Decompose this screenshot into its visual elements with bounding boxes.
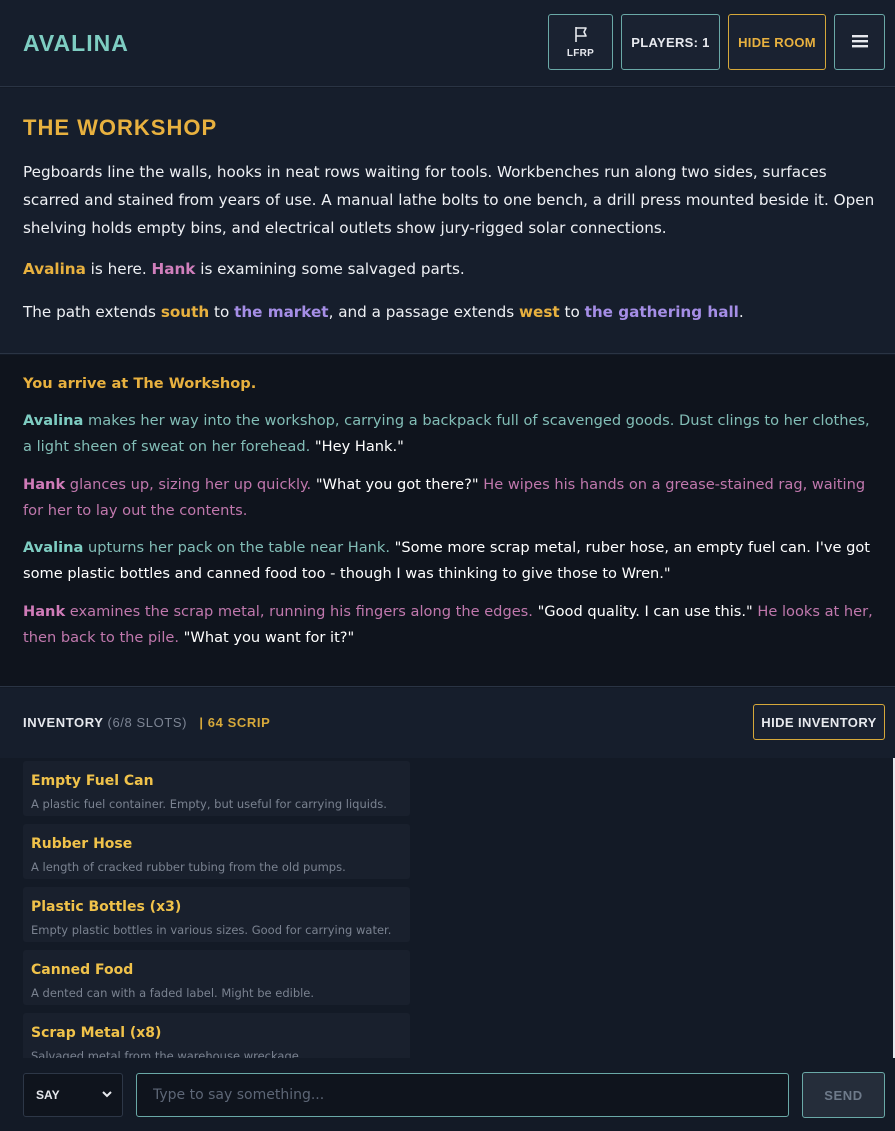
inventory-item[interactable]: Canned Food A dented can with a faded la… bbox=[23, 950, 410, 1005]
speech-text: "Good quality. I can use this." bbox=[537, 603, 753, 620]
exit-text: to bbox=[559, 303, 585, 321]
action-text: examines the scrap metal, running his fi… bbox=[65, 603, 538, 620]
exit-text: The path extends bbox=[23, 303, 161, 321]
log-entry: Hank glances up, sizing her up quickly. … bbox=[23, 472, 883, 523]
item-name: Plastic Bottles (x3) bbox=[31, 899, 182, 915]
item-name: Scrap Metal (x8) bbox=[31, 1025, 162, 1041]
item-name: Canned Food bbox=[31, 962, 134, 978]
room-description: Pegboards line the walls, hooks in neat … bbox=[23, 163, 875, 237]
action-text: makes her way into the workshop, carryin… bbox=[23, 412, 870, 455]
inventory-list[interactable]: Empty Fuel Can A plastic fuel container.… bbox=[0, 758, 895, 1058]
mode-select[interactable]: SAY bbox=[23, 1073, 123, 1117]
speaker-name: Hank bbox=[23, 603, 66, 620]
inventory-slots: (6/8 SLOTS) bbox=[107, 715, 188, 730]
item-description: Empty plastic bottles in various sizes. … bbox=[31, 923, 392, 937]
hide-inventory-button[interactable]: HIDE INVENTORY bbox=[753, 704, 885, 740]
item-description: A dented can with a faded label. Might b… bbox=[31, 986, 315, 1000]
brand-name: AVALINA bbox=[23, 30, 129, 56]
speaker-name: Avalina bbox=[23, 539, 84, 556]
log-entry: Hank examines the scrap metal, running h… bbox=[23, 599, 883, 650]
inventory-item[interactable]: Empty Fuel Can A plastic fuel container.… bbox=[23, 761, 410, 816]
exit-text: , and a passage extends bbox=[328, 303, 520, 321]
log-entry: Avalina makes her way into the workshop,… bbox=[23, 408, 883, 459]
presence-text: is here. bbox=[85, 260, 152, 278]
item-name: Empty Fuel Can bbox=[31, 773, 154, 789]
speech-text: "What you got there?" bbox=[315, 476, 479, 493]
room-exits: The path extends south to the market, an… bbox=[23, 303, 744, 321]
player-name[interactable]: Avalina bbox=[23, 260, 86, 278]
speech-text: "Hey Hank." bbox=[314, 437, 404, 455]
item-description: A plastic fuel container. Empty, but use… bbox=[31, 797, 387, 811]
hide-room-label: HIDE ROOM bbox=[738, 34, 816, 50]
hide-room-button[interactable]: HIDE ROOM bbox=[728, 14, 826, 70]
inventory-label: INVENTORY (6/8 SLOTS) | 64 SCRIP bbox=[23, 715, 270, 730]
send-button[interactable]: SEND bbox=[802, 1072, 885, 1118]
players-button[interactable]: PLAYERS: 1 bbox=[621, 14, 720, 70]
exit-text: to bbox=[209, 303, 235, 321]
top-bar: AVALINA LFRP PLAYERS: 1 HIDE ROOM bbox=[0, 0, 895, 87]
inventory-header: INVENTORY (6/8 SLOTS) | 64 SCRIP HIDE IN… bbox=[0, 688, 895, 758]
speech-text: "What you want for it?" bbox=[183, 628, 355, 646]
arrival-message: You arrive at The Workshop. bbox=[23, 375, 257, 392]
mode-select-value: SAY bbox=[36, 1088, 60, 1102]
exit-text: . bbox=[738, 303, 744, 321]
item-name: Rubber Hose bbox=[31, 836, 133, 852]
inventory-item[interactable]: Rubber Hose A length of cracked rubber t… bbox=[23, 824, 410, 879]
message-input[interactable] bbox=[136, 1073, 789, 1117]
inventory-title: INVENTORY bbox=[23, 715, 104, 730]
room-presence: Avalina is here. Hank is examining some … bbox=[23, 260, 465, 278]
log-entry: Avalina upturns her pack on the table ne… bbox=[23, 535, 883, 586]
item-description: Salvaged metal from the warehouse wrecka… bbox=[31, 1049, 303, 1058]
flag-icon bbox=[572, 25, 590, 46]
lfrp-label: LFRP bbox=[566, 48, 595, 59]
exit-direction-south[interactable]: south bbox=[161, 303, 209, 321]
hamburger-icon bbox=[851, 33, 869, 52]
input-bar: SAY SEND bbox=[0, 1058, 895, 1131]
exit-link-market[interactable]: the market bbox=[234, 303, 328, 321]
npc-activity: is examining some salvaged parts. bbox=[195, 260, 465, 278]
speaker-name: Avalina bbox=[23, 412, 84, 429]
menu-button[interactable] bbox=[834, 14, 885, 70]
action-text: upturns her pack on the table near Hank. bbox=[83, 539, 395, 556]
npc-name[interactable]: Hank bbox=[152, 260, 196, 278]
event-log: You arrive at The Workshop. Avalina make… bbox=[0, 355, 895, 687]
speaker-name: Hank bbox=[23, 476, 66, 493]
room-title: THE WORKSHOP bbox=[23, 115, 218, 140]
action-text: glances up, sizing her up quickly. bbox=[65, 476, 316, 493]
room-panel: THE WORKSHOP Pegboards line the walls, h… bbox=[0, 88, 895, 354]
players-label: PLAYERS: 1 bbox=[631, 34, 710, 50]
chevron-down-icon bbox=[100, 1087, 114, 1104]
item-description: A length of cracked rubber tubing from t… bbox=[31, 860, 346, 874]
inventory-item[interactable]: Plastic Bottles (x3) Empty plastic bottl… bbox=[23, 887, 410, 942]
exit-link-gathering-hall[interactable]: the gathering hall bbox=[585, 303, 739, 321]
inventory-item[interactable]: Scrap Metal (x8) Salvaged metal from the… bbox=[23, 1013, 410, 1058]
lfrp-button[interactable]: LFRP bbox=[548, 14, 613, 70]
exit-direction-west[interactable]: west bbox=[519, 303, 560, 321]
scrip-balance: | 64 SCRIP bbox=[199, 715, 271, 730]
